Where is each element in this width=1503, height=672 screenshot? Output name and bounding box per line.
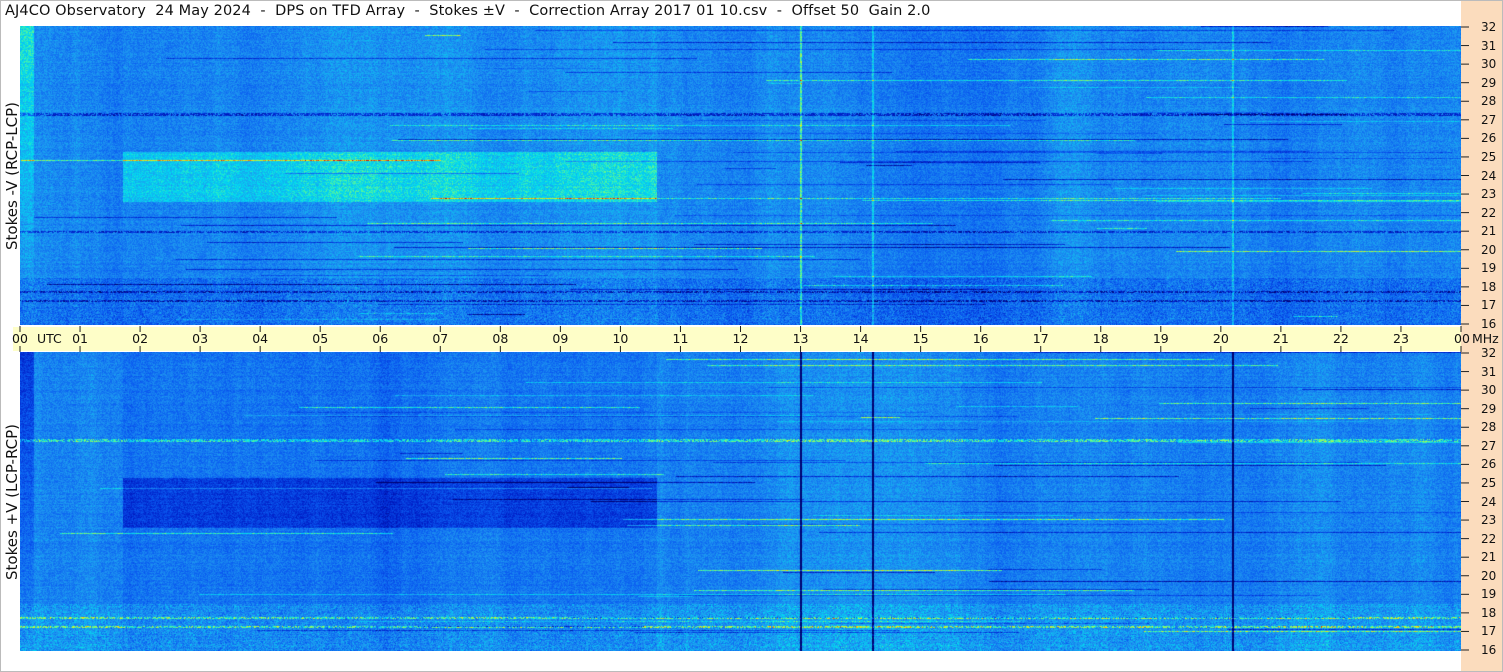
x-tick-label: 15 — [912, 331, 929, 346]
y-tick-label: 30 — [1481, 57, 1497, 72]
x-tick-label: 02 — [132, 331, 149, 346]
y-tick-label: 28 — [1481, 94, 1497, 109]
x-tick-label: 01 — [72, 331, 88, 346]
y-tick-label: 17 — [1481, 298, 1497, 313]
y-tick-label: 23 — [1481, 513, 1497, 528]
y-tick-label: 18 — [1481, 605, 1497, 620]
y-tick-label: 24 — [1481, 494, 1497, 509]
y-tick-label: 25 — [1481, 149, 1497, 164]
x-tick-label: 22 — [1332, 331, 1349, 346]
y-tick-label: 26 — [1481, 457, 1497, 472]
y-tick-label: 16 — [1481, 643, 1497, 657]
y-tick-label: 22 — [1481, 531, 1497, 546]
x-tick-label: 23 — [1393, 331, 1409, 346]
x-tick-label: 00 — [12, 331, 28, 346]
x-tick-label: 14 — [852, 331, 869, 346]
x-unit-label: UTC — [37, 331, 62, 346]
y-tick-label: 17 — [1481, 624, 1497, 639]
x-tick-label: 00 — [1454, 331, 1470, 346]
x-tick-label: 06 — [372, 331, 389, 346]
y-tick-label: 27 — [1481, 438, 1497, 453]
x-tick-label: 09 — [552, 331, 569, 346]
y-tick-label: 22 — [1481, 205, 1497, 220]
x-tick-label: 08 — [492, 331, 509, 346]
y-tick-label: 26 — [1481, 131, 1497, 146]
x-tick-label: 12 — [732, 331, 749, 346]
y-tick-label: 19 — [1481, 261, 1497, 276]
y-tick-label: 18 — [1481, 279, 1497, 294]
y-tick-label: 21 — [1481, 550, 1497, 565]
y-tick-label: 28 — [1481, 420, 1497, 435]
x-tick-label: 05 — [312, 331, 329, 346]
x-tick-label: 16 — [972, 331, 989, 346]
x-tick-label: 19 — [1152, 331, 1169, 346]
x-tick-label: 13 — [792, 331, 809, 346]
y-tick-label: 24 — [1481, 168, 1497, 183]
y-tick-label: 30 — [1481, 383, 1497, 398]
x-tick-label: 07 — [432, 331, 449, 346]
x-tick-label: 03 — [192, 331, 209, 346]
y-tick-label: 31 — [1481, 364, 1497, 379]
y-tick-label: 16 — [1481, 317, 1497, 331]
x-tick-label: 10 — [612, 331, 629, 346]
y-unit-label: MHz — [1472, 331, 1499, 346]
y-tick-label: 25 — [1481, 475, 1497, 490]
x-tick-label: 17 — [1032, 331, 1049, 346]
y-tick-label: 31 — [1481, 38, 1497, 53]
y-tick-label: 32 — [1481, 346, 1497, 360]
y-tick-label: 32 — [1481, 20, 1497, 34]
y-tick-label: 27 — [1481, 112, 1497, 127]
x-tick-label: 04 — [252, 331, 269, 346]
x-tick-label: 20 — [1212, 331, 1229, 346]
y-tick-label: 29 — [1481, 401, 1497, 416]
y-tick-label: 29 — [1481, 75, 1497, 90]
y-tick-label: 23 — [1481, 187, 1497, 202]
x-tick-label: 18 — [1092, 331, 1109, 346]
y-tick-label: 21 — [1481, 224, 1497, 239]
y-tick-label: 19 — [1481, 587, 1497, 602]
x-tick-label: 11 — [672, 331, 689, 346]
y-tick-label: 20 — [1481, 568, 1497, 583]
y-tick-label: 20 — [1481, 242, 1497, 257]
x-tick-label: 21 — [1272, 331, 1289, 346]
